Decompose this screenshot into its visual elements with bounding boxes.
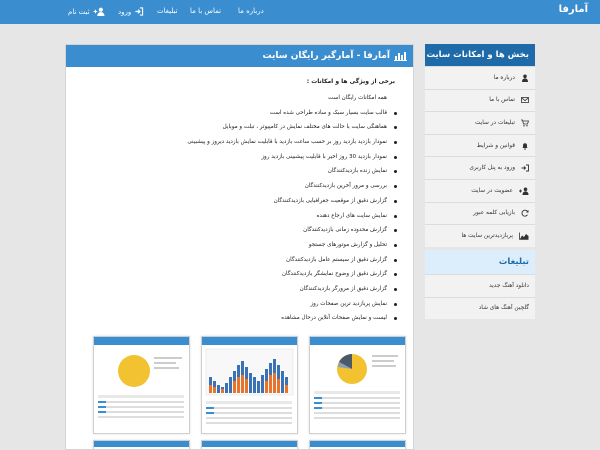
feature-item: لیست و نمایش صفحات آنلاین درحال مشاهده (77, 311, 397, 326)
sign-in-icon (135, 7, 144, 16)
ad-link-label: دانلود آهنگ جدید (489, 282, 529, 289)
user-plus-icon (93, 7, 105, 16)
sidebar-item-rules[interactable]: قوانین و شرایط (425, 133, 535, 157)
feature-item: گزارش محدوده زمانی بازدیدکنندگان (77, 223, 397, 238)
main-panel: آمارفا - آمارگیر رایگان سایت برخی از ویژ… (65, 44, 414, 450)
sidebar-item-password-recovery[interactable]: بازیابی کلمه عبور (425, 201, 535, 225)
nav-login[interactable]: ورود (118, 7, 144, 16)
features-list: همه امکانات رایگان است قالب سایت بسیار سب… (77, 91, 397, 326)
feature-item: همه امکانات رایگان است (328, 95, 387, 101)
sidebar-title: بخش ها و امکانات سایت (425, 44, 535, 66)
cart-icon (521, 119, 529, 127)
sidebar-item-contact[interactable]: تماس با ما (425, 88, 535, 112)
feature-item: بررسی و مرور آخرین بازدیدکنندگان (77, 179, 397, 194)
ad-link-label: گلچین آهنگ های شاد (478, 305, 529, 312)
nav-ads[interactable]: تبلیغات (157, 7, 178, 15)
sidebar-item-advertising[interactable]: تبلیغات در سایت (425, 111, 535, 134)
user-plus-icon (519, 187, 529, 195)
sidebar-item-label: قوانین و شرایط (476, 142, 515, 149)
nav-login-label: ورود (118, 7, 132, 16)
feature-item: تحلیل و گزارش موتورهای جستجو (77, 238, 397, 253)
main-panel-title: آمارفا - آمارگیر رایگان سایت (262, 51, 390, 61)
pie-chart-thumbnail (310, 337, 405, 419)
screenshot-thumbnail[interactable] (309, 440, 406, 449)
envelope-icon (521, 97, 529, 104)
sidebar-item-top-sites[interactable]: پربازدیدترین سایت ها (425, 224, 535, 247)
bar-chart-thumbnail (202, 337, 297, 424)
feature-item: نمایش زنده بازدیدکنندگان (77, 164, 397, 179)
feature-item: گزارش دقیق از سیستم عامل بازدیدکنندگان (77, 253, 397, 268)
nav-about-label: درباره ما (238, 7, 264, 15)
screenshot-thumbnail[interactable] (309, 336, 406, 434)
screenshot-thumbnail[interactable] (93, 440, 190, 449)
nav-register-label: ثبت نام (68, 7, 90, 16)
brand-logo-text[interactable]: آمارفا (559, 4, 588, 15)
thumbnail-header (94, 441, 189, 447)
bell-icon (522, 142, 528, 150)
user-icon (522, 74, 528, 82)
feature-item: گزارش دقیق از مرورگر بازدیدکنندگان (77, 282, 397, 297)
sign-in-icon (521, 164, 529, 172)
nav-about[interactable]: درباره ما (238, 7, 264, 15)
main-panel-header: آمارفا - آمارگیر رایگان سایت (66, 45, 413, 67)
area-chart-icon (519, 232, 529, 240)
ad-link-new-music[interactable]: دانلود آهنگ جدید (425, 274, 535, 297)
nav-ads-label: تبلیغات (157, 7, 178, 15)
pie-chart-thumbnail (94, 337, 189, 418)
feature-item: گزارش دقیق از موقعیت جغرافیایی بازدیدکنن… (77, 194, 397, 209)
nav-contact-label: تماس با ما (190, 7, 222, 15)
feature-item: نمودار بازدید بازدید روز بر حسب ساعت باز… (77, 135, 397, 150)
sidebar-item-label: تبلیغات در سایت (474, 119, 515, 126)
sidebar-item-about[interactable]: درباره ما (425, 66, 535, 89)
feature-item: نمایش سایت های ارجاع دهنده (77, 209, 397, 224)
bar-chart-icon (394, 52, 407, 61)
sidebar-item-label: پربازدیدترین سایت ها (461, 232, 513, 239)
sidebar-ads: تبلیغات دانلود آهنگ جدید گلچین آهنگ های … (425, 250, 535, 320)
sidebar-item-label: درباره ما (493, 74, 515, 81)
feature-item: نمودار بازدید 30 روز اخیر با قابلیت پیشب… (77, 150, 397, 165)
screenshot-thumbnail[interactable] (201, 440, 298, 449)
thumbnail-header (310, 441, 405, 447)
sidebar-item-label: ورود به پنل کاربری (469, 165, 515, 172)
ads-title: تبلیغات (425, 250, 535, 274)
sidebar-item-label: تماس با ما (489, 97, 515, 104)
sidebar-item-label: بازیابی کلمه عبور (473, 210, 515, 217)
feature-item: هماهنگی سایت با حالت های مختلف نمایش در … (77, 120, 397, 135)
feature-item: قالب سایت بسیار سبک و ساده طراحی شده است (77, 106, 397, 121)
ad-link-happy-songs[interactable]: گلچین آهنگ های شاد (425, 296, 535, 320)
sidebar-item-label: عضویت در سایت (471, 187, 513, 194)
feature-item: نمایش پربازدید ترین صفحات روز (77, 297, 397, 312)
nav-contact[interactable]: تماس با ما (190, 7, 221, 15)
top-navbar: آمارفا درباره ما تماس با ما تبلیغات ورود… (0, 0, 600, 24)
thumbnail-header (202, 441, 297, 447)
sidebar-sections: بخش ها و امکانات سایت درباره ما تماس با … (425, 44, 535, 247)
features-intro: برخی از ویژگی ها و امکانات : (306, 78, 395, 85)
nav-register[interactable]: ثبت نام (68, 7, 106, 16)
screenshot-thumbnail[interactable] (201, 336, 298, 434)
screenshot-thumbnail[interactable] (93, 336, 190, 434)
refresh-icon (521, 210, 529, 217)
feature-item: گزارش دقیق از وضوح نمایشگر بازدیدکنندگان (77, 267, 397, 282)
sidebar-item-login[interactable]: ورود به پنل کاربری (425, 156, 535, 179)
sidebar-item-register[interactable]: عضویت در سایت (425, 178, 535, 202)
